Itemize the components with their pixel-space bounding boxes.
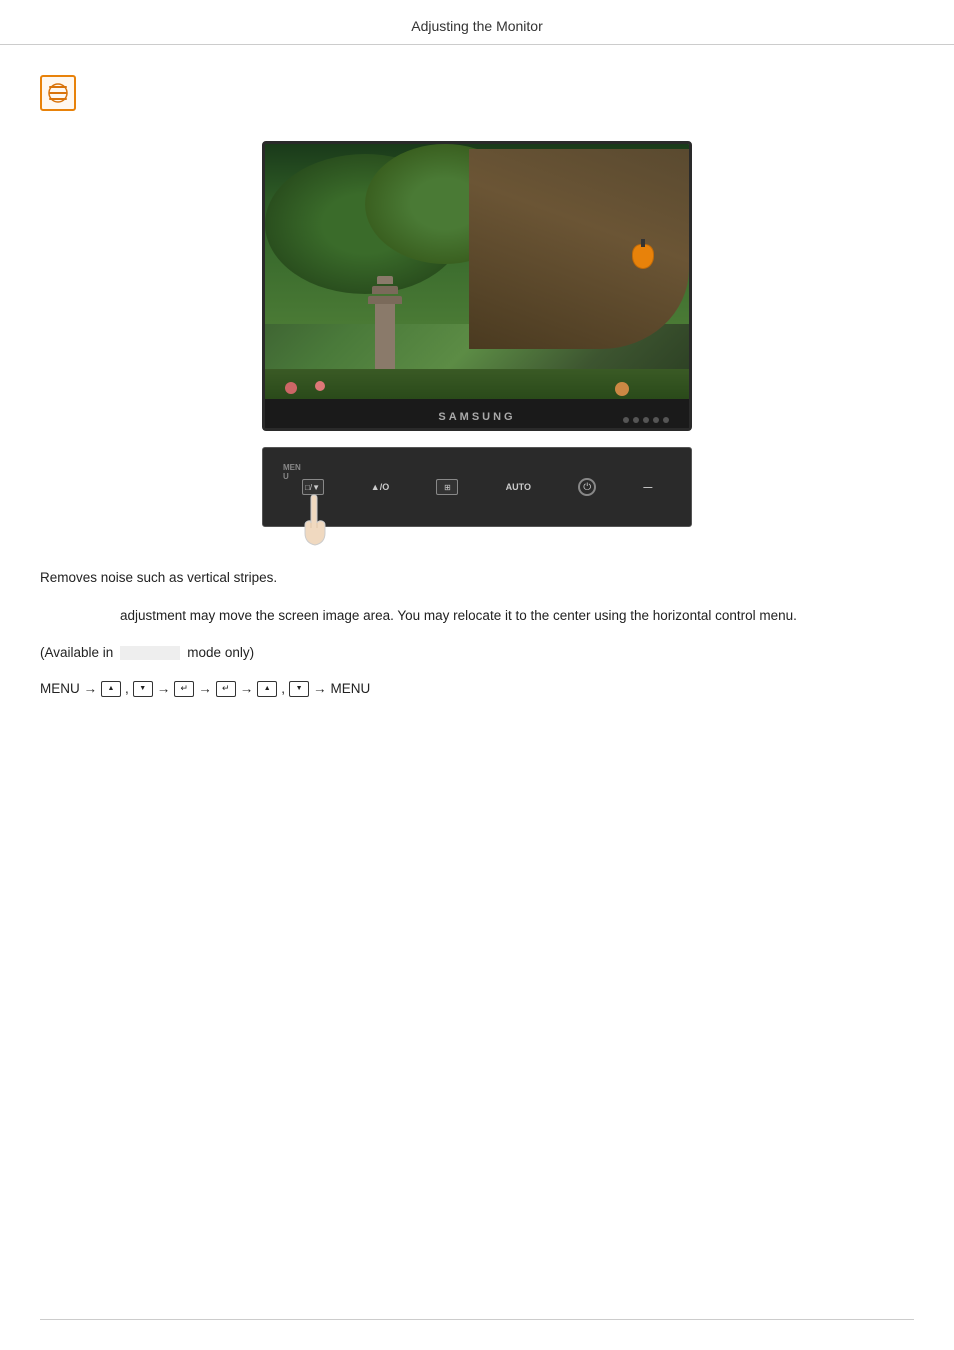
nav-arrow-up-1 <box>101 681 121 697</box>
monitor-dot-5 <box>663 417 669 423</box>
arrow-4: → <box>313 678 327 700</box>
btn-text-2: ▲/O <box>371 482 389 492</box>
monitor-display: SAMSUNG <box>262 141 692 431</box>
btn-bar-item-6: — <box>643 482 652 492</box>
coarse-tune-icon <box>40 75 76 111</box>
mode-blank <box>120 646 180 660</box>
monitor-dot-4 <box>653 417 659 423</box>
arrow-1: → <box>157 678 171 700</box>
btn-text-4: AUTO <box>506 482 531 492</box>
nav-enter-1 <box>174 681 194 697</box>
monitor-section: SAMSUNG MENU □/▼ ▲/O <box>0 131 954 547</box>
hand-cursor-svg <box>291 493 341 548</box>
nav-arrow-down-2 <box>289 681 309 697</box>
bottom-border <box>40 1319 914 1320</box>
paragraph-1: Removes noise such as vertical stripes. <box>40 567 914 589</box>
monitor-dot-1 <box>623 417 629 423</box>
comma-2: , <box>281 678 285 700</box>
monitor-screen <box>265 144 689 399</box>
monitor-controls-bar <box>623 417 669 423</box>
btn-text-6: — <box>643 482 652 492</box>
icon-area <box>0 65 954 131</box>
menu-text: MENU → <box>40 678 97 700</box>
comma-1: , <box>125 678 129 700</box>
nav-arrow-up-2 <box>257 681 277 697</box>
nav-arrow-down-1 <box>133 681 153 697</box>
garden-scene <box>265 144 689 399</box>
available-suffix: mode only) <box>187 642 254 664</box>
paragraph-2-text: adjustment may move the screen image are… <box>120 608 797 623</box>
hand-cursor <box>291 493 341 551</box>
page-header: Adjusting the Monitor <box>0 0 954 45</box>
page-title: Adjusting the Monitor <box>411 18 543 34</box>
monitor-bezel-bottom: SAMSUNG <box>265 399 689 431</box>
available-line: (Available in mode only) <box>40 642 914 664</box>
btn-bar-item-2: ▲/O <box>371 482 389 492</box>
power-icon: ⏻ <box>578 478 596 496</box>
btn-bar-item-3: ⊞ <box>436 479 458 495</box>
btn-icon-3: ⊞ <box>436 479 458 495</box>
menu-nav-line: MENU → , → → → , → MENU <box>40 678 914 700</box>
monitor-dot-2 <box>633 417 639 423</box>
btn-bar-item-4: AUTO <box>506 482 531 492</box>
samsung-logo: SAMSUNG <box>438 411 515 423</box>
nav-enter-2 <box>216 681 236 697</box>
arrow-3: → <box>240 678 254 700</box>
btn-bar-item-5: ⏻ <box>578 478 596 496</box>
content-area: Removes noise such as vertical stripes. … <box>0 547 954 735</box>
menu-label: MENU <box>283 463 301 481</box>
monitor-dot-3 <box>643 417 649 423</box>
menu-end: MENU <box>331 678 371 700</box>
available-prefix: (Available in <box>40 642 113 664</box>
paragraph-2: adjustment may move the screen image are… <box>40 605 914 627</box>
page-container: Adjusting the Monitor <box>0 0 954 1350</box>
coarse-icon-svg <box>46 81 70 105</box>
arrow-2: → <box>198 678 212 700</box>
button-bar: MENU □/▼ ▲/O ⊞ AUTO <box>262 447 692 527</box>
